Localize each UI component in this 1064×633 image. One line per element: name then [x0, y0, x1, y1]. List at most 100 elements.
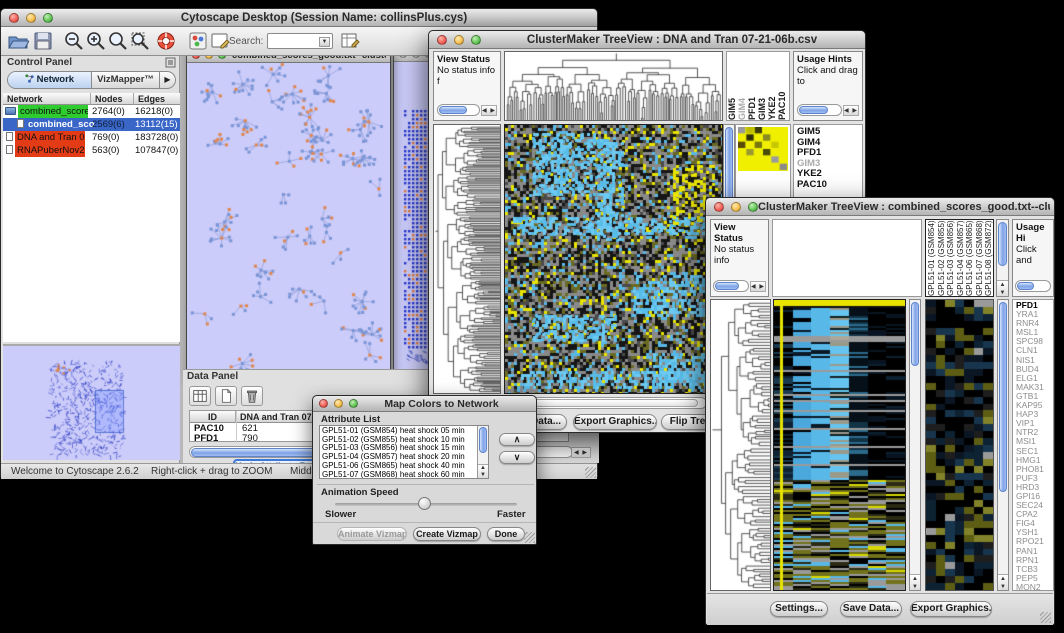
- chevron-down-icon[interactable]: ▼: [319, 37, 330, 47]
- column-header-edges[interactable]: Edges: [134, 93, 180, 105]
- attribute-list[interactable]: GPL51-01 (GSM854) heat shock 05 minGPL51…: [319, 425, 489, 479]
- heatmap-row-label[interactable]: PFD1: [797, 148, 862, 159]
- open-file-icon[interactable]: [7, 30, 29, 52]
- zoom-window-icon[interactable]: [748, 202, 758, 212]
- network-table-row[interactable]: combined_scores2764(0)16218(0): [3, 105, 180, 118]
- close-icon[interactable]: [9, 13, 19, 23]
- close-icon[interactable]: [714, 202, 724, 212]
- view-status-scrollbar[interactable]: ◀ ▶: [437, 104, 497, 117]
- heatmap-column-label[interactable]: GIM5: [727, 52, 737, 120]
- annotation-icon[interactable]: [209, 30, 231, 52]
- close-icon[interactable]: [399, 56, 407, 58]
- zoom-window-icon[interactable]: [471, 35, 481, 45]
- search-input[interactable]: ▼: [267, 33, 333, 49]
- scroll-arrows-icon[interactable]: ◀ ▶: [481, 105, 497, 116]
- network-table-row[interactable]: RNAPuberNov2+563(0)107847(0): [3, 144, 180, 157]
- heatmap-column-label[interactable]: GIM3: [757, 52, 767, 120]
- scroll-arrows-icon[interactable]: ◀ ▶: [750, 281, 766, 292]
- zoom-fit-icon[interactable]: [129, 30, 151, 52]
- minimize-icon[interactable]: [334, 399, 343, 408]
- column-header-nodes[interactable]: Nodes: [91, 93, 134, 105]
- tv1-column-dendrogram[interactable]: [504, 51, 723, 121]
- move-down-button[interactable]: ∨: [499, 451, 535, 464]
- minimize-icon[interactable]: [412, 56, 420, 58]
- scroll-arrows-icon[interactable]: ▲▼: [910, 574, 920, 590]
- tabs-overflow-button[interactable]: ▶: [159, 72, 175, 88]
- network-table-row[interactable]: combined_sco2569(6)13112(15): [3, 118, 180, 131]
- zoom-in-icon[interactable]: [85, 30, 107, 52]
- tv2-column-dendrogram[interactable]: [772, 219, 922, 297]
- heatmap-column-label[interactable]: GIM4: [737, 52, 747, 120]
- minimize-icon[interactable]: [731, 202, 741, 212]
- resize-grip[interactable]: [585, 467, 596, 478]
- heatmap-column-label[interactable]: GPL51-07 (GSM868): [975, 220, 985, 296]
- heatmap-row-label[interactable]: PAC10: [797, 180, 862, 191]
- tv2-row-dendrogram[interactable]: [710, 299, 771, 591]
- close-icon[interactable]: [192, 56, 200, 59]
- close-icon[interactable]: [437, 35, 447, 45]
- table-edit-icon[interactable]: [339, 30, 361, 52]
- row-value[interactable]: 790: [242, 433, 258, 444]
- treeview2-titlebar[interactable]: ClusterMaker TreeView : combined_scores_…: [706, 198, 1054, 216]
- row-id[interactable]: PFD1: [194, 433, 218, 444]
- heatmap-column-label[interactable]: GPL51-02 (GSM855): [937, 220, 947, 296]
- tv2-collabel-vscrollbar[interactable]: ▲▼: [996, 219, 1009, 297]
- heatmap-column-label[interactable]: GPL51-08 (GSM872): [984, 220, 994, 296]
- attribute-item[interactable]: GPL51-07 (GSM868) heat shock 60 min: [322, 471, 488, 479]
- id-column-header[interactable]: ID: [190, 411, 236, 423]
- done-button[interactable]: Done: [487, 527, 525, 541]
- column-header-network[interactable]: Network: [3, 93, 91, 105]
- scroll-arrows-icon[interactable]: ▲▼: [997, 280, 1008, 296]
- tv2-heatmap[interactable]: [773, 299, 906, 591]
- zoom-window-icon[interactable]: [43, 13, 53, 23]
- tv2-button-settings---[interactable]: Settings...: [770, 601, 828, 617]
- animation-speed-slider-thumb[interactable]: [418, 497, 431, 510]
- move-up-button[interactable]: ∧: [499, 433, 535, 446]
- view-status-scrollbar[interactable]: ◀ ▶: [713, 280, 766, 293]
- heatmap-column-label[interactable]: GPL51-06 (GSM865): [965, 220, 975, 296]
- scroll-arrows-icon[interactable]: ▲▼: [998, 574, 1008, 590]
- tv2-zoom-heatmap[interactable]: [925, 299, 994, 591]
- animate-vizmap-button[interactable]: Animate Vizmap: [337, 527, 407, 541]
- heatmap-column-label[interactable]: PAC10: [777, 52, 787, 120]
- network-window-1-titlebar[interactable]: combined_scores_good.txt--cluste...: [187, 56, 390, 63]
- tv1-heatmap[interactable]: [504, 124, 723, 394]
- tab-vizmapper[interactable]: VizMapper™: [92, 72, 159, 88]
- scroll-arrows-icon[interactable]: ◀ ▶: [843, 105, 859, 116]
- tv2-heatmap-vscrollbar[interactable]: ▲▼: [909, 299, 921, 591]
- heatmap-column-label[interactable]: GPL51-01 (GSM854): [927, 220, 937, 296]
- tab-network[interactable]: Network: [8, 72, 92, 88]
- vizmapper-icon[interactable]: [187, 30, 209, 52]
- tv2-button-export-graphics---[interactable]: Export Graphics...: [910, 601, 992, 617]
- tv1-row-dendrogram[interactable]: [433, 124, 501, 394]
- minimize-icon[interactable]: [454, 35, 464, 45]
- save-icon[interactable]: [32, 30, 54, 52]
- heatmap-column-label[interactable]: GPL51-03 (GSM856): [946, 220, 956, 296]
- main-titlebar[interactable]: Cytoscape Desktop (Session Name: collins…: [1, 9, 597, 27]
- dialog-titlebar[interactable]: Map Colors to Network: [313, 396, 536, 412]
- attribute-table-icon[interactable]: [189, 386, 211, 406]
- tv2-button-save-data---[interactable]: Save Data...: [840, 601, 902, 617]
- heatmap-column-label[interactable]: GPL51-04 (GSM857): [956, 220, 966, 296]
- network-overview-canvas[interactable]: [3, 346, 178, 460]
- resize-grip[interactable]: [1040, 612, 1051, 623]
- heatmap-row-label[interactable]: GIM5: [797, 127, 862, 138]
- float-panel-icon[interactable]: [165, 57, 176, 68]
- minimize-icon[interactable]: [26, 13, 36, 23]
- scroll-arrows-icon[interactable]: ◀ ▶: [571, 447, 591, 458]
- usage-hints-scrollbar[interactable]: [1015, 280, 1051, 293]
- delete-attribute-trash-icon[interactable]: [241, 386, 263, 406]
- tv2-gene-vscrollbar[interactable]: ▲▼: [997, 299, 1009, 591]
- scroll-arrows-icon[interactable]: ▲▼: [478, 464, 488, 478]
- heatmap-column-label[interactable]: PFD1: [747, 52, 757, 120]
- treeview1-titlebar[interactable]: ClusterMaker TreeView : DNA and Tran 07-…: [429, 31, 865, 49]
- heatmap-column-label[interactable]: YKE2: [767, 52, 777, 120]
- gene-label[interactable]: MON2: [1016, 583, 1053, 591]
- new-attribute-icon[interactable]: [215, 386, 237, 406]
- zoom-out-icon[interactable]: [63, 30, 85, 52]
- network-canvas-1[interactable]: [187, 63, 390, 378]
- resize-grip[interactable]: [524, 532, 535, 543]
- zoom-window-icon[interactable]: [218, 56, 226, 59]
- minimize-icon[interactable]: [205, 56, 213, 59]
- zoom-selected-icon[interactable]: [107, 30, 129, 52]
